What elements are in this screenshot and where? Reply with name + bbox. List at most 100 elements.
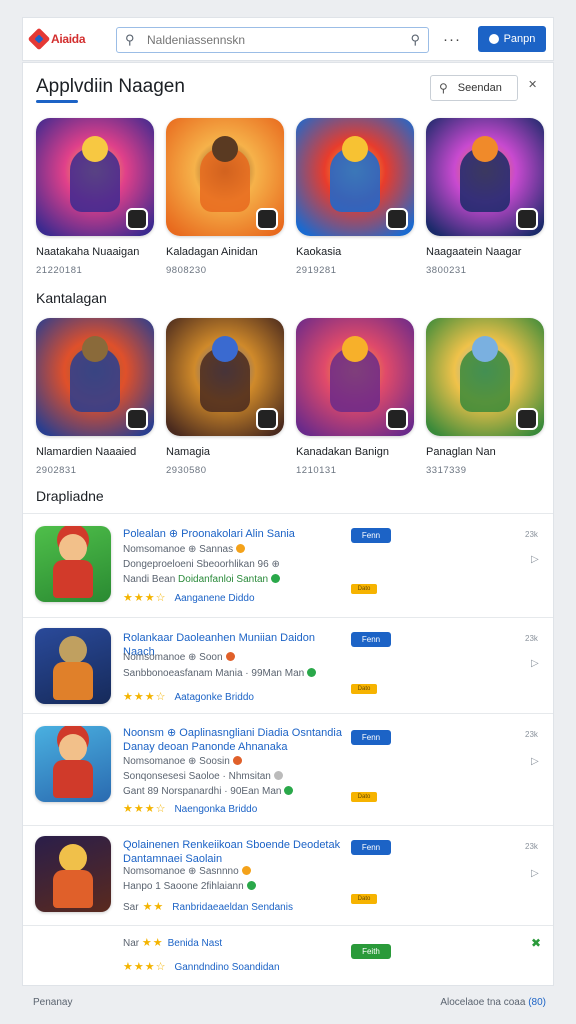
app-developer: Nomsomanoe ⊕ Sannas [123, 544, 246, 555]
app-badge-icon [126, 208, 148, 230]
play-icon[interactable]: ▷ [531, 554, 539, 565]
app-tile[interactable]: Panaglan Nan 3317339 [426, 318, 544, 476]
sort-button[interactable]: ⚲ Seendan [430, 75, 518, 101]
play-icon[interactable]: ▷ [531, 868, 539, 879]
get-button[interactable]: Fenn [351, 840, 391, 855]
main-panel: Applvdiin Naagen ⚲ Seendan ✕ Naatakaha N… [22, 62, 554, 986]
app-name[interactable]: Kaokasia [296, 246, 414, 258]
app-badge-icon [386, 408, 408, 430]
price-tag: Dato [351, 894, 377, 904]
app-tile[interactable]: Naagaatein Naagar 3800231 [426, 118, 544, 276]
app-rating: Sar ★★ Ranbridaeaeldan Sendanis [123, 901, 293, 913]
app-meta: 2902831 [36, 465, 77, 476]
app-description: Hanpo 1 Saoone 2fihlaiann [123, 881, 256, 892]
app-meta: 3800231 [426, 265, 467, 276]
app-title[interactable]: Polealan ⊕ Proonakolari Alin Sania [123, 527, 345, 541]
price-tag: Dato [351, 584, 377, 594]
footer-left[interactable]: Penanay [33, 997, 72, 1008]
app-name[interactable]: Panaglan Nan [426, 446, 544, 458]
app-name[interactable]: Namagia [166, 446, 284, 458]
list-item[interactable]: Noonsm ⊕ Oaplinasngliani Diadia Osntandi… [23, 714, 553, 826]
section-title-popular: Kantalagan [36, 290, 107, 306]
footer-link[interactable]: (80) [528, 997, 546, 1008]
app-description: Sanbbonoeasfanam Mania · 99Man Man [123, 668, 317, 679]
app-rating: ★★★☆ Ganndndino Soandidan [123, 961, 280, 973]
app-list: Polealan ⊕ Proonakolari Alin Sania Nomso… [23, 513, 553, 986]
app-developer: Nomsomanoe ⊕ Sasnnno [123, 866, 251, 877]
list-item[interactable]: Nar ★★ Benida Nast ★★★☆ Ganndndino Soandid… [23, 926, 553, 986]
app-meta: 21220181 [36, 265, 83, 276]
app-tile[interactable]: Kaladagan Ainidan 9808230 [166, 118, 284, 276]
app-badge-icon [256, 408, 278, 430]
get-button[interactable]: Fenn [351, 632, 391, 647]
app-meta: 1210131 [296, 465, 337, 476]
logo-icon [27, 27, 51, 51]
app-line: Nar ★★ Benida Nast [123, 937, 223, 949]
signin-button[interactable]: Panpn [478, 26, 546, 52]
app-badge-icon [386, 208, 408, 230]
list-item[interactable]: Rolankaar Daoleanhen Muniian Daidon Naac… [23, 618, 553, 714]
space-hero-artwork[interactable] [36, 118, 154, 236]
app-rating: ★★★☆ Aanganene Diddo [123, 592, 255, 604]
app-rating: ★★★☆ Aatagonke Briddo [123, 691, 254, 703]
robot-warrior-artwork[interactable] [36, 318, 154, 436]
get-button[interactable]: Fenn [351, 730, 391, 745]
get-button[interactable]: Fenn [351, 528, 391, 543]
page-title: Applvdiin Naagen [36, 76, 185, 97]
app-tile[interactable]: Naatakaha Nuaaigan 21220181 [36, 118, 154, 276]
more-options-button[interactable]: ··· [443, 31, 461, 48]
app-tile[interactable]: Nlamardien Naaaied 2902831 [36, 318, 154, 476]
app-title[interactable]: Qolainenen Renkeiikoan Sboende Deodetak … [123, 838, 345, 866]
play-icon[interactable]: ▷ [531, 756, 539, 767]
footer-right: Alocelaoe tna coaa (80) [440, 997, 546, 1008]
app-thumbnail [35, 836, 111, 912]
app-title[interactable]: Noonsm ⊕ Oaplinasngliani Diadia Osntandi… [123, 726, 345, 754]
price-tag: Dato [351, 684, 377, 694]
app-tile[interactable]: Kaokasia 2919281 [296, 118, 414, 276]
section-title-list: Drapliadne [36, 488, 104, 504]
search-icon: ⚲ [439, 81, 448, 95]
search-icon: ⚲ [125, 32, 135, 47]
app-tile[interactable]: Kanadakan Banign 1210131 [296, 318, 414, 476]
app-thumbnail [35, 726, 111, 802]
blaster-hero-artwork[interactable] [426, 118, 544, 236]
play-icon[interactable]: ▷ [531, 658, 539, 669]
signin-label: Panpn [503, 33, 536, 45]
warrior-portrait-artwork[interactable] [166, 118, 284, 236]
logo-text: Aiaida [51, 32, 86, 46]
app-tile[interactable]: Namagia 2930580 [166, 318, 284, 476]
collapse-icon[interactable]: ✕ [528, 78, 537, 91]
search-submit-icon[interactable]: ⚲ [410, 32, 420, 48]
title-underline [36, 100, 78, 103]
app-details: Nandi Bean Doidanfanloi Santan [123, 574, 281, 585]
search-input[interactable] [147, 33, 411, 47]
list-item[interactable]: Qolainenen Renkeiikoan Sboende Deodetak … [23, 826, 553, 926]
soldier-blast-artwork[interactable] [296, 318, 414, 436]
pin-icon[interactable]: ✖ [531, 936, 541, 950]
star-orb-artwork[interactable] [296, 118, 414, 236]
search-box[interactable]: ⚲ ⚲ [116, 27, 429, 53]
get-button[interactable]: Feith [351, 944, 391, 959]
list-item[interactable]: Polealan ⊕ Proonakolari Alin Sania Nomso… [23, 514, 553, 618]
ruker-squad-artwork[interactable] [166, 318, 284, 436]
app-badge-icon [516, 408, 538, 430]
app-name[interactable]: Naatakaha Nuaaigan [36, 246, 154, 258]
app-badge-icon [126, 408, 148, 430]
app-meta: 3317339 [426, 465, 467, 476]
user-icon [488, 34, 499, 44]
app-logo[interactable]: Aiaida [27, 27, 91, 51]
app-badge-icon [256, 208, 278, 230]
app-size: 23k [525, 730, 538, 739]
app-rating: ★★★☆ Naengonka Briddo [123, 803, 258, 815]
app-name[interactable]: Nlamardien Naaaied [36, 446, 154, 458]
app-name[interactable]: Kanadakan Banign [296, 446, 414, 458]
app-name[interactable]: Kaladagan Ainidan [166, 246, 284, 258]
popular-grid: Nlamardien Naaaied 2902831 Namagia 2930580 K… [36, 318, 544, 476]
app-badge-icon [516, 208, 538, 230]
app-thumbnail [35, 628, 111, 704]
app-meta: 2919281 [296, 265, 337, 276]
app-name[interactable]: Naagaatein Naagar [426, 246, 544, 258]
app-meta: 9808230 [166, 265, 207, 276]
village-scene-artwork[interactable] [426, 318, 544, 436]
featured-grid: Naatakaha Nuaaigan 21220181 Kaladagan Aini… [36, 118, 544, 276]
